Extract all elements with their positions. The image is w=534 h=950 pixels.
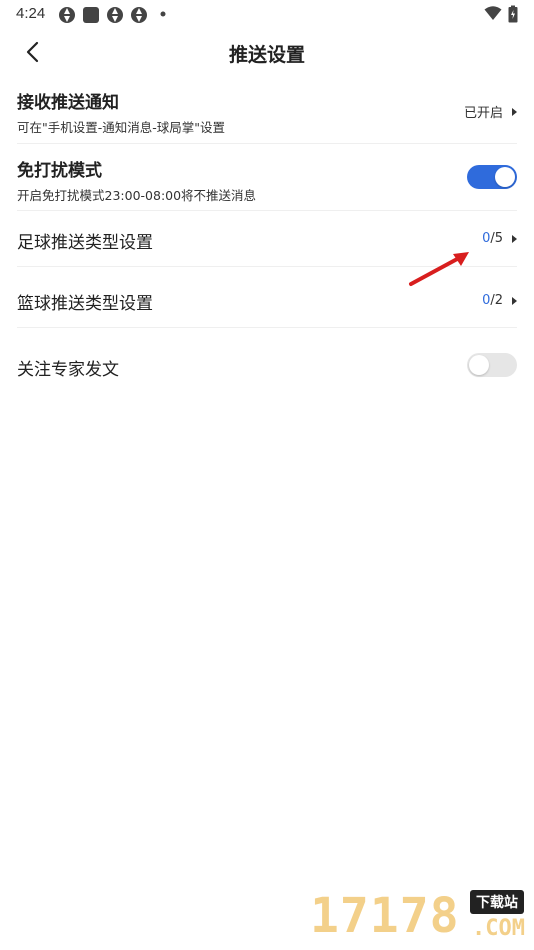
status-bar: 4:24 <box>0 0 534 28</box>
football-push-count: 0/5 <box>482 231 517 246</box>
football-total-count: /5 <box>490 231 503 246</box>
receive-push-title: 接收推送通知 <box>17 93 119 113</box>
app-bar: 推送设置 <box>0 28 534 76</box>
receive-push-row[interactable]: 接收推送通知 可在"手机设置-通知消息-球局掌"设置 已开启 <box>17 86 517 142</box>
receive-push-status: 已开启 <box>464 102 517 121</box>
dnd-mode-title: 免打扰模式 <box>17 161 102 181</box>
basketball-push-title: 篮球推送类型设置 <box>17 294 153 314</box>
notification-square-icon <box>83 7 99 23</box>
basketball-total-count: /2 <box>490 293 503 308</box>
receive-push-status-label: 已开启 <box>463 106 503 121</box>
dnd-mode-toggle[interactable] <box>467 165 517 189</box>
caret-right-icon <box>512 234 517 243</box>
notification-app-icon <box>107 7 123 23</box>
follow-expert-row: 关注专家发文 <box>17 328 517 400</box>
football-push-title: 足球推送类型设置 <box>17 233 153 253</box>
basketball-push-count: 0/2 <box>482 293 517 308</box>
follow-expert-title: 关注专家发文 <box>17 360 119 380</box>
dnd-mode-subtitle: 开启免打扰模式23:00-08:00将不推送消息 <box>17 188 257 203</box>
divider <box>17 143 517 144</box>
caret-right-icon <box>512 107 517 116</box>
more-notifications-dot-icon <box>160 11 166 17</box>
site-watermark: 17178 下载站 .COM <box>310 884 534 950</box>
page-title: 推送设置 <box>228 44 305 66</box>
basketball-selected-count: 0 <box>482 293 491 308</box>
wifi-icon <box>484 6 502 20</box>
dnd-mode-row: 免打扰模式 开启免打扰模式23:00-08:00将不推送消息 <box>17 154 517 210</box>
watermark-digits: 17178 <box>310 888 460 944</box>
toggle-knob <box>469 355 489 375</box>
toggle-knob <box>495 167 515 187</box>
annotation-arrow-icon <box>409 252 469 286</box>
follow-expert-toggle[interactable] <box>467 353 517 377</box>
notification-app-icon <box>59 7 75 23</box>
battery-charging-icon <box>508 5 518 23</box>
watermark-suffix: .COM <box>472 916 525 941</box>
caret-right-icon <box>512 296 517 305</box>
notification-app-icon <box>131 7 147 23</box>
football-selected-count: 0 <box>482 231 491 246</box>
receive-push-subtitle: 可在"手机设置-通知消息-球局掌"设置 <box>17 120 226 135</box>
status-time: 4:24 <box>16 5 46 22</box>
watermark-badge: 下载站 <box>470 890 524 914</box>
